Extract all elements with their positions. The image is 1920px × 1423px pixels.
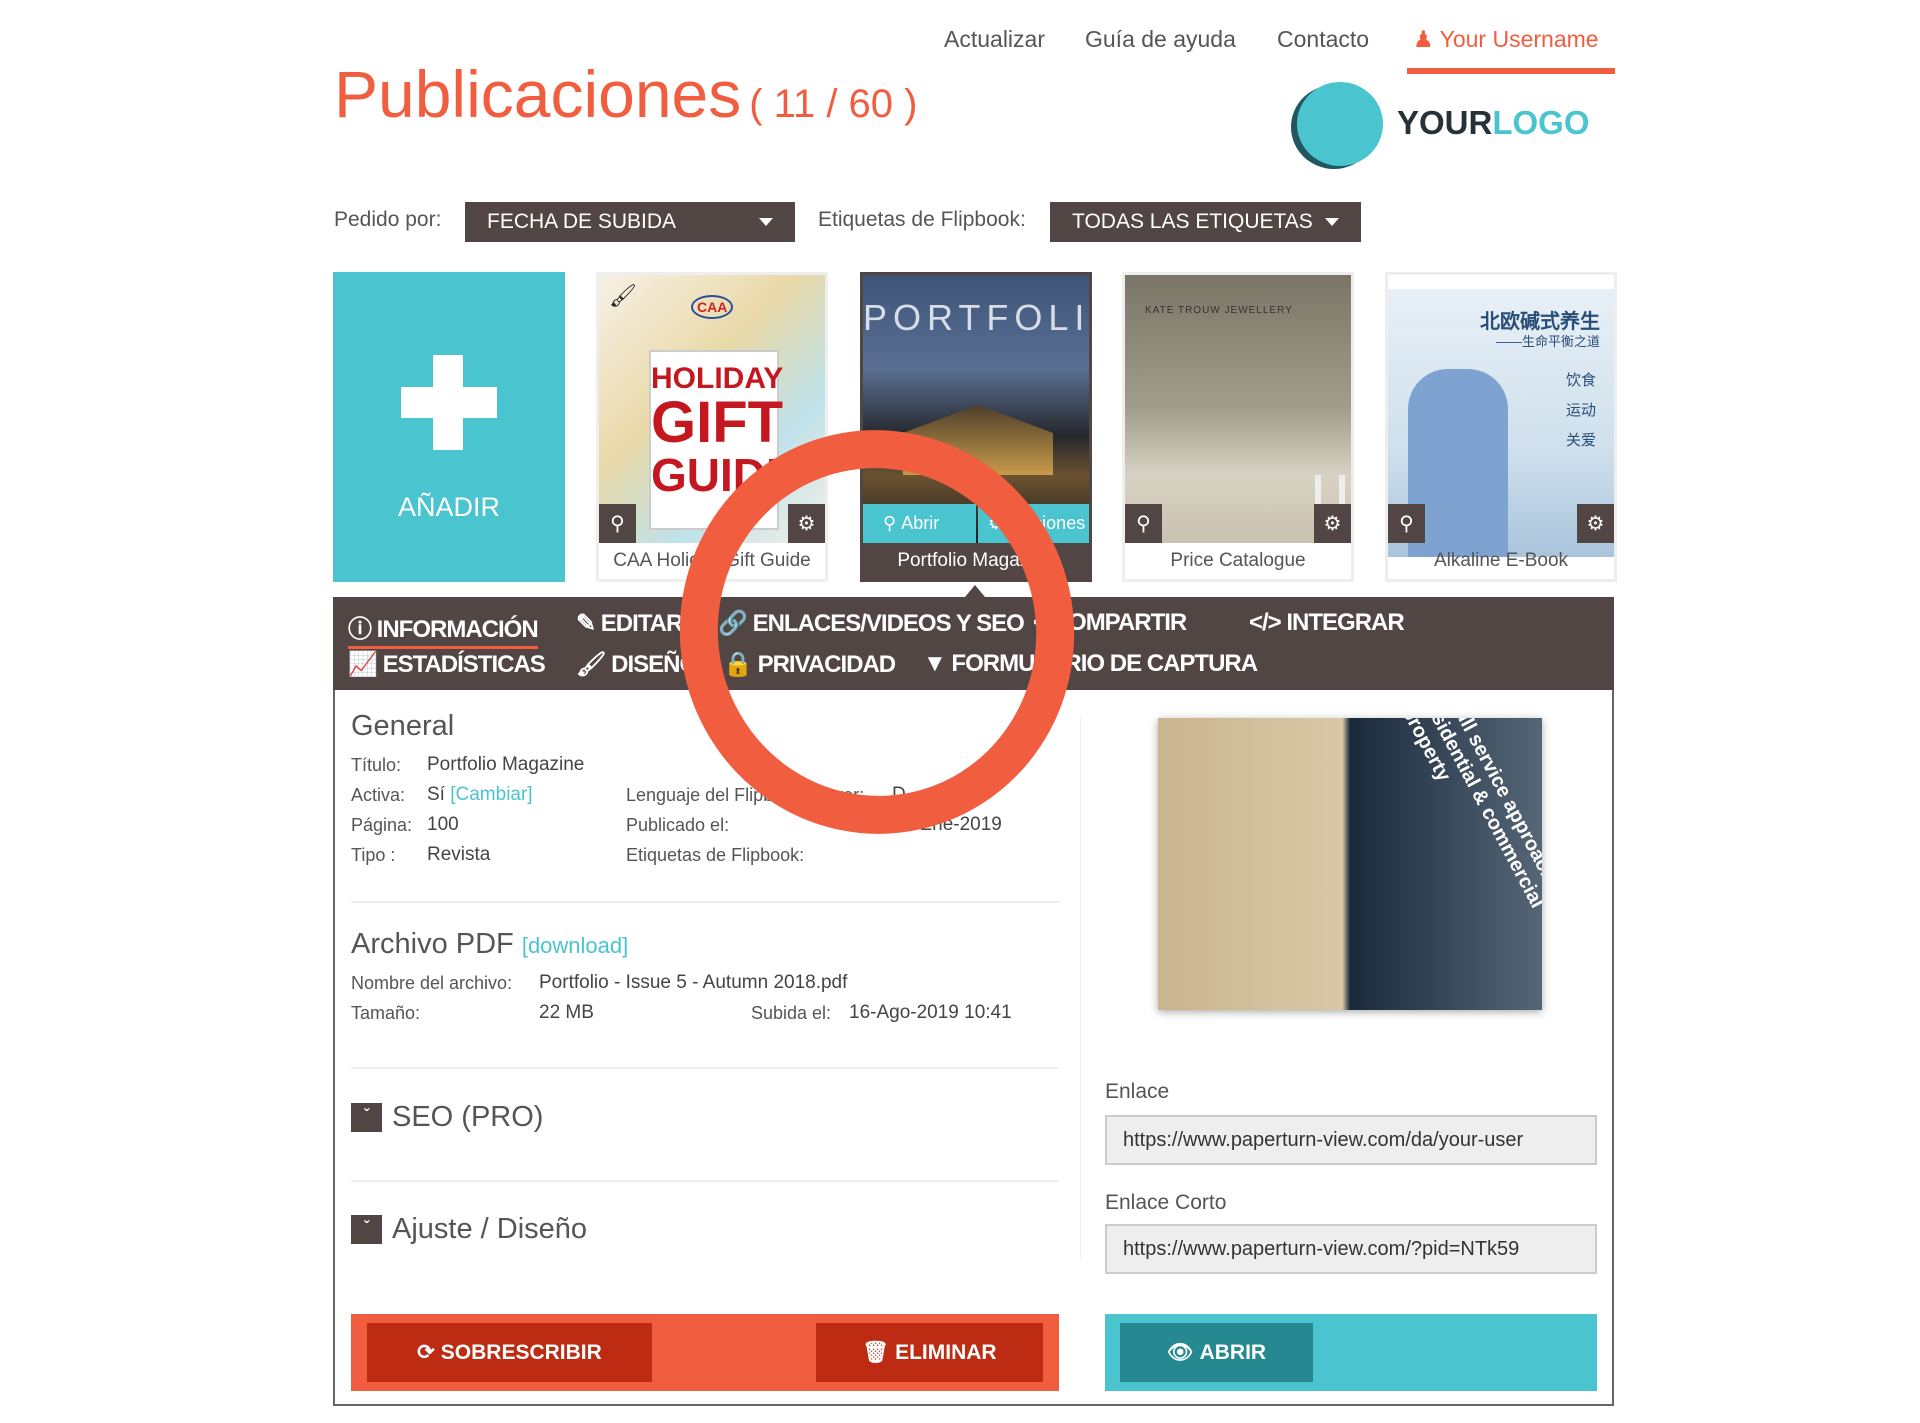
highlight-circle bbox=[679, 430, 1075, 834]
highlight-circle-annotation bbox=[679, 430, 1075, 834]
